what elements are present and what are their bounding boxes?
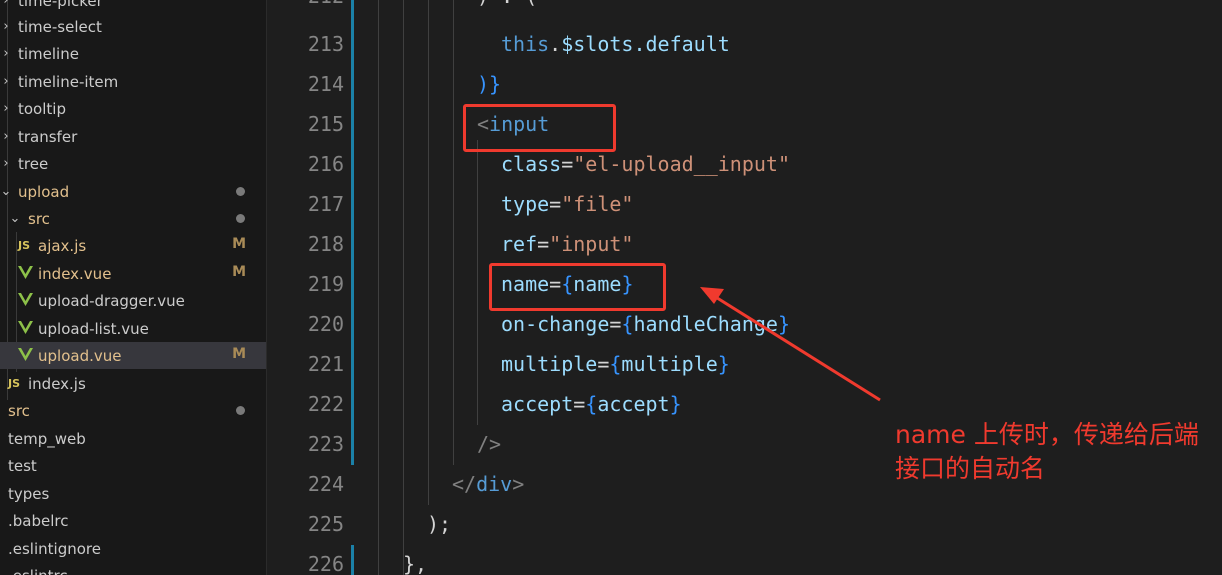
annotation-arrow-icon bbox=[700, 287, 881, 402]
annotation-note: name 上传时，传递给后端 接口的自动名 bbox=[895, 418, 1199, 486]
annotation-line-1: name 上传时，传递给后端 bbox=[895, 420, 1199, 449]
annotation-line-2: 接口的自动名 bbox=[895, 454, 1046, 483]
